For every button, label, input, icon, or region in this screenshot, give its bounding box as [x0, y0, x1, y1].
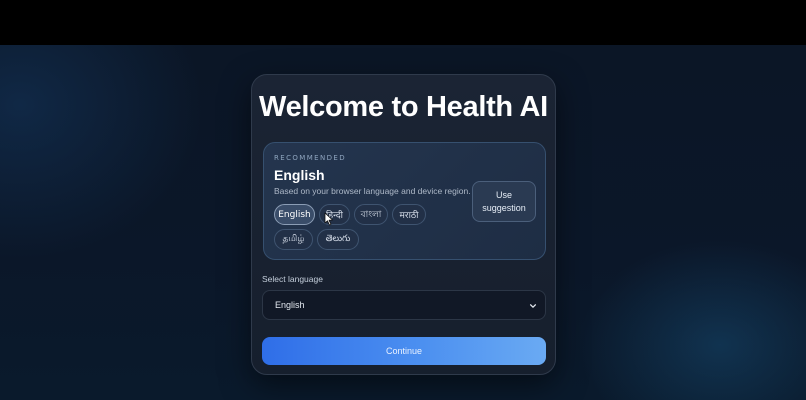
- use-suggestion-button[interactable]: Use suggestion: [472, 181, 536, 222]
- recommended-kicker: RECOMMENDED: [274, 154, 347, 162]
- recommended-description: Based on your browser language and devic…: [274, 186, 471, 196]
- chevron-down-icon: [529, 304, 537, 308]
- chip-bangla[interactable]: বাংলা: [354, 204, 388, 225]
- language-select-value: English: [275, 300, 305, 310]
- welcome-card: Welcome to Health AI RECOMMENDED English…: [251, 74, 556, 375]
- top-black-bar: [0, 0, 806, 45]
- chip-marathi[interactable]: मराठी: [392, 204, 426, 225]
- chip-telugu[interactable]: తెలుగు: [317, 229, 359, 250]
- language-select[interactable]: English: [262, 290, 546, 320]
- continue-button[interactable]: Continue: [262, 337, 546, 365]
- chip-english[interactable]: English: [274, 204, 315, 225]
- recommended-panel: RECOMMENDED English Based on your browse…: [263, 142, 546, 260]
- page-title: Welcome to Health AI: [259, 91, 548, 123]
- pointer-cursor-icon: [324, 212, 333, 226]
- chip-tamil[interactable]: தமிழ்: [274, 229, 313, 250]
- select-language-label: Select language: [262, 274, 323, 284]
- recommended-language: English: [274, 167, 325, 183]
